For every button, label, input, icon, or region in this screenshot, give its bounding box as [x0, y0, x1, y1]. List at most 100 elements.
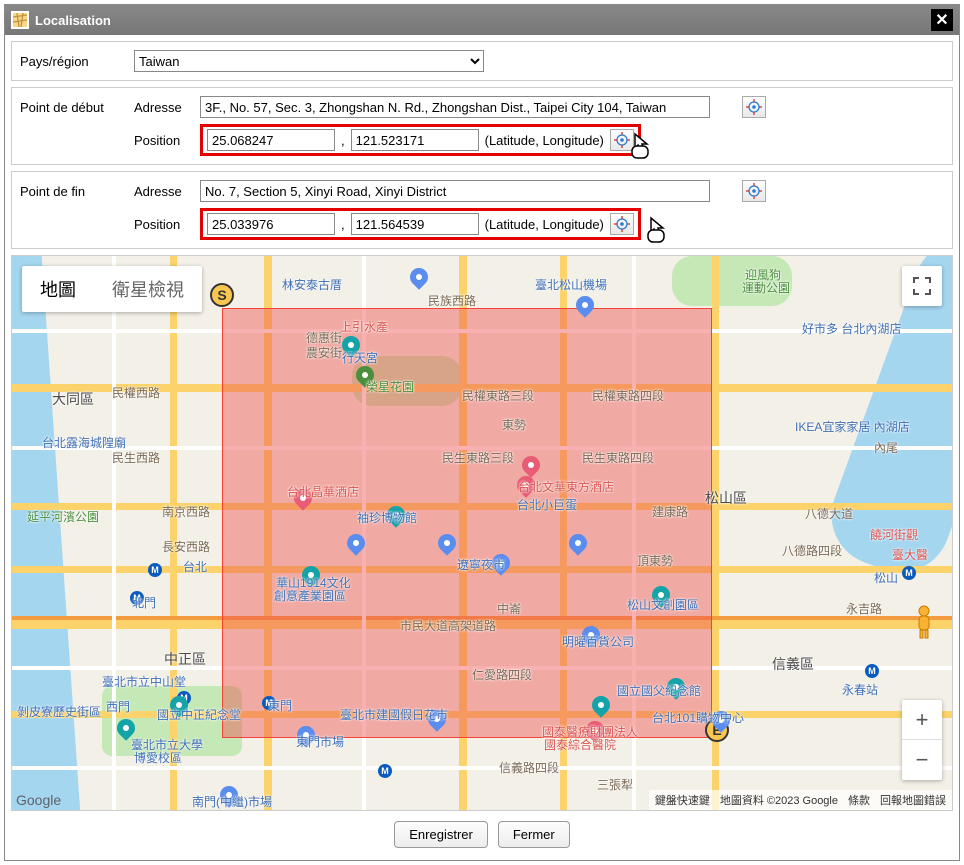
cursor-pointer-icon — [642, 216, 670, 250]
attr-terms[interactable]: 條款 — [848, 792, 870, 808]
google-logo: Google — [16, 792, 61, 808]
map-label: 八德路四段 — [782, 542, 842, 559]
map-label: 明曜百貨公司 — [562, 633, 634, 650]
comma-sep: , — [341, 133, 345, 148]
start-position-highlight: , (Latitude, Longitude) — [200, 124, 641, 156]
end-address-locate-button[interactable] — [742, 180, 766, 202]
latlong-hint: (Latitude, Longitude) — [485, 217, 604, 232]
map-label: 松山區 — [705, 488, 747, 508]
close-dialog-button[interactable]: Fermer — [498, 821, 570, 848]
map-label: 永春站 — [842, 681, 878, 698]
map-label: 東門市場 — [296, 733, 344, 750]
map-label: 東門 — [268, 697, 292, 714]
map-label: 臺北市立中山堂 — [102, 673, 186, 690]
map-label: 運動公園 — [742, 279, 790, 296]
map-label: 民權東路四段 — [592, 387, 664, 404]
end-lng-input[interactable] — [351, 213, 479, 235]
start-position-locate-button[interactable] — [610, 129, 634, 151]
map-label: 國立國父紀念館 — [617, 682, 701, 699]
map-label: 農安街 — [306, 344, 342, 361]
map-marker-start[interactable]: S — [210, 283, 234, 307]
zoom-control: + − — [902, 700, 942, 780]
map-label: 上引水產 — [340, 318, 388, 335]
pegman-icon[interactable] — [908, 604, 940, 640]
start-address-input[interactable] — [200, 96, 710, 118]
end-address-input[interactable] — [200, 180, 710, 202]
map-label: 市民大道高架道路 — [400, 617, 496, 634]
map-attribution: 鍵盤快速鍵 地圖資料 ©2023 Google 條款 回報地圖錯誤 — [649, 790, 952, 810]
comma-sep: , — [341, 217, 345, 232]
map-label: 民權東路三段 — [462, 387, 534, 404]
map-label: 八德大道 — [805, 505, 853, 522]
map-label: 國泰綜合醫院 — [544, 736, 616, 753]
map-label: 饒河街觀 — [870, 526, 918, 543]
attr-shortcut[interactable]: 鍵盤快速鍵 — [655, 792, 710, 808]
map-label: 臺北市建國假日花市 — [340, 706, 448, 723]
map-label: 長安西路 — [162, 538, 210, 555]
map-label: 信義區 — [772, 654, 814, 674]
map-label: 大同區 — [52, 389, 94, 409]
zoom-in-button[interactable]: + — [902, 700, 942, 740]
metro-icon: M — [148, 563, 162, 577]
map-label: 西門 — [106, 698, 130, 715]
footer: Enregistrer Fermer — [11, 811, 953, 854]
country-select[interactable]: Taiwan — [134, 50, 484, 72]
map-label: IKEA宜家家居 內湖店 — [795, 418, 910, 435]
start-lng-input[interactable] — [351, 129, 479, 151]
close-button[interactable]: ✕ — [931, 9, 953, 31]
map-label: 永吉路 — [846, 600, 882, 617]
start-label: Point de début — [20, 96, 130, 115]
map-tab-map[interactable]: 地圖 — [22, 266, 94, 312]
end-position-highlight: , (Latitude, Longitude) — [200, 208, 641, 240]
map-label: 林安泰古厝 — [282, 276, 342, 293]
zoom-out-button[interactable]: − — [902, 740, 942, 780]
map-label: 中正區 — [164, 649, 206, 669]
latlong-hint: (Latitude, Longitude) — [485, 133, 604, 148]
map-label: 民族西路 — [428, 292, 476, 309]
map-label: 民生東路四段 — [582, 449, 654, 466]
map-label: 東勢 — [502, 416, 526, 433]
map-label: 南門(中繼)市場 — [192, 793, 272, 810]
map-label: 三張犁 — [597, 776, 633, 793]
map-label: 民生東路三段 — [442, 449, 514, 466]
map-label: 南京西路 — [162, 503, 210, 520]
start-address-locate-button[interactable] — [742, 96, 766, 118]
map-label: 袖珍博物館 — [357, 509, 417, 526]
metro-icon: M — [865, 664, 879, 678]
start-lat-input[interactable] — [207, 129, 335, 151]
map-label: 松山 — [874, 569, 898, 586]
map-label: 國立中正紀念堂 — [157, 706, 241, 723]
end-lat-input[interactable] — [207, 213, 335, 235]
map-icon — [11, 11, 29, 29]
end-section: Point de fin Adresse Position , — [11, 171, 953, 249]
attr-data: 地圖資料 ©2023 Google — [720, 792, 838, 808]
map-label: 信義路四段 — [499, 759, 559, 776]
map-label: 延平河濱公園 — [27, 508, 99, 525]
map-label: 台北晶華酒店 — [287, 483, 359, 500]
start-section: Point de début Adresse Position , — [11, 87, 953, 165]
map-tab-satellite[interactable]: 衛星檢視 — [94, 266, 202, 312]
metro-icon: M — [378, 764, 392, 778]
save-button[interactable]: Enregistrer — [394, 821, 488, 848]
map-label: 遼寧夜市 — [457, 556, 505, 573]
map-label: 民生西路 — [112, 449, 160, 466]
map-label: 台北小巨蛋 — [517, 496, 577, 513]
map-label: 台北101購物中心 — [652, 709, 744, 726]
map-selection-rect — [222, 308, 712, 738]
attr-report[interactable]: 回報地圖錯誤 — [880, 792, 946, 808]
map-label: 松山文創園區 — [627, 596, 699, 613]
fullscreen-button[interactable] — [902, 266, 942, 306]
map-label: 仁愛路四段 — [472, 666, 532, 683]
map-label: 博愛校區 — [134, 749, 182, 766]
metro-icon: M — [902, 566, 916, 580]
map-label: 剝皮寮歷史街區 — [17, 703, 101, 720]
map[interactable]: S E M M M M M M M — [11, 255, 953, 811]
address-label: Adresse — [134, 184, 194, 199]
position-label: Position — [134, 217, 194, 232]
map-label: 行天宮 — [342, 349, 378, 366]
end-position-locate-button[interactable] — [610, 213, 634, 235]
address-label: Adresse — [134, 100, 194, 115]
country-label: Pays/région — [20, 50, 130, 69]
map-label: 好市多 台北內湖店 — [802, 320, 901, 337]
position-label: Position — [134, 133, 194, 148]
